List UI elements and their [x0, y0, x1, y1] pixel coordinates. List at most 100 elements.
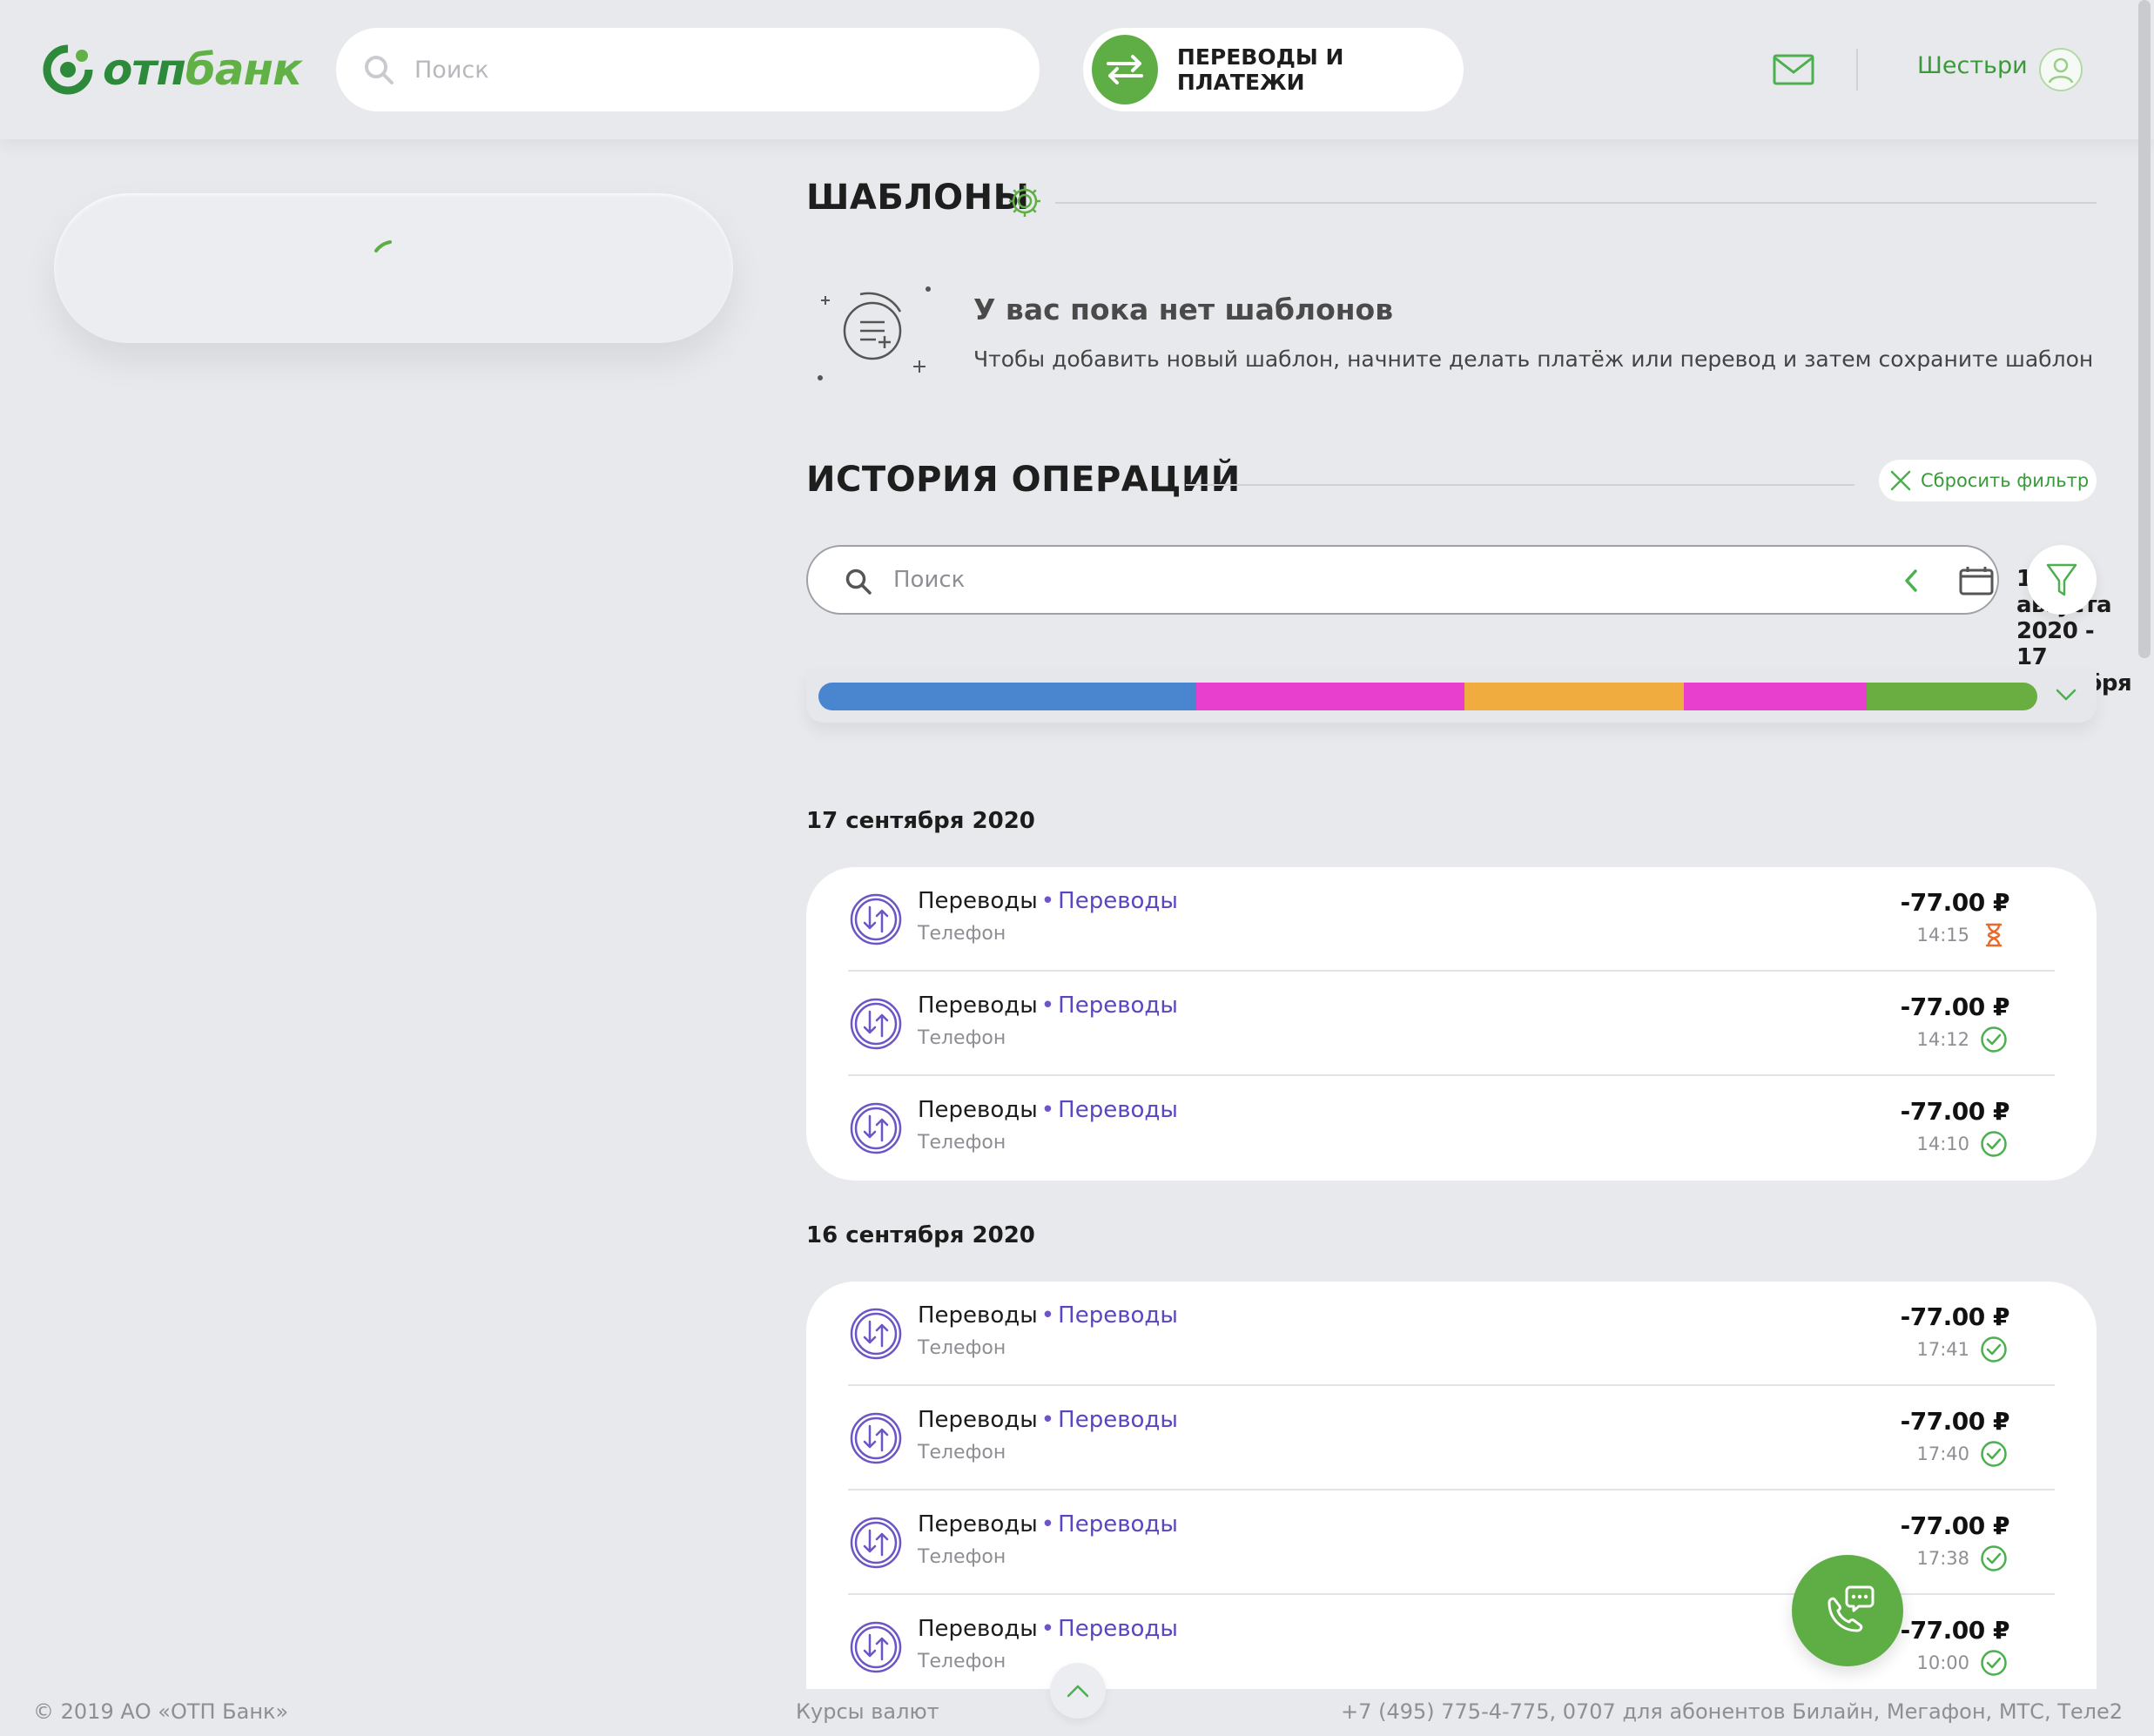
operation-category: Переводы	[1058, 1407, 1178, 1433]
transfers-payments-button[interactable]: ПЕРЕВОДЫ И ПЛАТЕЖИ	[1083, 28, 1464, 111]
operation-amount: -77.00 ₽	[1900, 1302, 2010, 1331]
templates-settings-gear-icon[interactable]	[1006, 183, 1043, 219]
operation-amount: -77.00 ₽	[1900, 1616, 2010, 1645]
header-divider	[1856, 49, 1858, 91]
search-icon	[845, 569, 872, 595]
logo-text-prefix: отп	[103, 44, 186, 95]
operation-time: 14:10	[1916, 1134, 1969, 1154]
transfer-arrows-icon	[850, 1308, 902, 1360]
page-scrollbar[interactable]	[2138, 0, 2151, 658]
operation-title-separator: •	[1040, 992, 1055, 1019]
footer-exchange-rates-link[interactable]: Курсы валют	[796, 1699, 939, 1724]
operation-title: Переводы • Переводы	[918, 1511, 1178, 1538]
operation-subtitle: Телефон	[918, 923, 1006, 945]
reset-filter-button[interactable]: Сбросить фильтр	[1879, 460, 2097, 501]
success-check-icon	[1981, 1131, 2007, 1157]
empty-templates-icon	[818, 286, 931, 380]
chevron-left-icon[interactable]	[1902, 568, 1921, 594]
empty-templates-title: У вас пока нет шаблонов	[973, 293, 1394, 326]
operation-title: Переводы • Переводы	[918, 1097, 1178, 1123]
operation-amount: -77.00 ₽	[1900, 1097, 2010, 1126]
transfer-arrows-icon	[850, 893, 902, 945]
user-avatar-icon	[2048, 57, 2074, 84]
operation-category: Переводы	[1058, 1097, 1178, 1123]
chevron-up-icon	[1067, 1685, 1089, 1698]
footer-copyright: © 2019 АО «ОТП Банк»	[33, 1699, 289, 1724]
search-icon	[365, 56, 394, 84]
chevron-down-icon[interactable]	[2055, 686, 2077, 703]
operation-amount: -77.00 ₽	[1900, 1511, 2010, 1540]
operation-subtitle: Телефон	[918, 1651, 1006, 1672]
operation-title-separator: •	[1040, 1407, 1055, 1433]
success-check-icon	[1981, 1026, 2007, 1053]
operation-name: Переводы	[918, 1302, 1038, 1329]
operation-time: 14:15	[1916, 925, 1969, 945]
reset-filter-label: Сбросить фильтр	[1921, 470, 2090, 491]
history-search-bar: 17 августа 2020 - 17 сентября 2020	[806, 545, 2132, 723]
scroll-to-top-button[interactable]	[1050, 1663, 1106, 1719]
history-search-input[interactable]	[893, 562, 1329, 597]
operation-amount: -77.00 ₽	[1900, 888, 2010, 917]
pending-hourglass-icon	[1985, 923, 2003, 947]
logo-text-suffix: банк	[185, 44, 302, 95]
operation-amount: -77.00 ₽	[1900, 992, 2010, 1021]
success-check-icon	[1981, 1545, 2007, 1571]
operation-category: Переводы	[1058, 888, 1178, 914]
swap-arrows-icon	[1106, 55, 1143, 84]
app-header: отпбанк ПЕРЕВОДЫ И ПЛАТЕЖИ Шестьри	[0, 0, 2154, 139]
category-bar-segment[interactable]	[1196, 683, 1464, 710]
filter-button[interactable]	[2027, 545, 2097, 615]
operation-name: Переводы	[918, 1407, 1038, 1433]
operation-time: 17:40	[1916, 1443, 1969, 1464]
category-breakdown-bar[interactable]	[818, 683, 2037, 710]
operation-name: Переводы	[918, 1511, 1038, 1538]
operation-row[interactable]: Переводы • Переводы Телефон -77.00 ₽ 14:12	[848, 972, 2055, 1076]
global-search[interactable]	[336, 28, 1040, 111]
operation-subtitle: Телефон	[918, 1442, 1006, 1463]
operation-row[interactable]: Переводы • Переводы Телефон -77.00 ₽ 17:41	[848, 1282, 2055, 1386]
transfer-arrows-icon	[850, 998, 902, 1050]
transfer-arrows-icon	[850, 1102, 902, 1154]
logo-wordmark: отпбанк	[103, 44, 302, 95]
operation-title-separator: •	[1040, 1616, 1055, 1642]
operation-name: Переводы	[918, 992, 1038, 1019]
support-call-button[interactable]	[1792, 1555, 1903, 1666]
category-bar-segment[interactable]	[1867, 683, 2037, 710]
operation-title: Переводы • Переводы	[918, 1407, 1178, 1433]
operations-group-card: Переводы • Переводы Телефон -77.00 ₽ 14:15…	[806, 867, 2097, 1181]
operation-time: 17:38	[1916, 1548, 1969, 1569]
operations-group-card: Переводы • Переводы Телефон -77.00 ₽ 17:41…	[806, 1282, 2097, 1689]
otp-bank-logo[interactable]: отпбанк	[42, 42, 302, 98]
category-bar-segment[interactable]	[1684, 683, 1867, 710]
operation-title-separator: •	[1040, 888, 1055, 914]
user-avatar[interactable]	[2039, 48, 2083, 91]
operation-name: Переводы	[918, 1097, 1038, 1123]
operation-category: Переводы	[1058, 992, 1178, 1019]
user-name[interactable]: Шестьри	[1917, 52, 2028, 79]
category-bar-segment[interactable]	[1464, 683, 1684, 710]
mail-icon[interactable]	[1773, 54, 1814, 85]
operation-category: Переводы	[1058, 1511, 1178, 1538]
operation-name: Переводы	[918, 888, 1038, 914]
operation-time: 17:41	[1916, 1339, 1969, 1360]
operation-subtitle: Телефон	[918, 1027, 1006, 1049]
category-bar-segment[interactable]	[818, 683, 1196, 710]
history-title-line	[1186, 484, 1854, 486]
global-search-input[interactable]	[414, 56, 1006, 84]
operation-row[interactable]: Переводы • Переводы Телефон -77.00 ₽ 17:40	[848, 1386, 2055, 1490]
transfers-icon-circle	[1092, 35, 1158, 104]
transfer-arrows-icon	[850, 1517, 902, 1569]
calendar-icon[interactable]	[1959, 566, 1994, 595]
operation-row[interactable]: Переводы • Переводы Телефон -77.00 ₽ 14:10	[848, 1076, 2055, 1181]
empty-templates-subtitle: Чтобы добавить новый шаблон, начните дел…	[973, 347, 2094, 372]
operation-title: Переводы • Переводы	[918, 1616, 1178, 1642]
close-icon	[1890, 470, 1911, 491]
operation-row[interactable]: Переводы • Переводы Телефон -77.00 ₽ 14:15	[848, 867, 2055, 972]
operation-title-separator: •	[1040, 1097, 1055, 1123]
operation-title-separator: •	[1040, 1302, 1055, 1329]
operations-date-header: 17 сентября 2020	[806, 808, 1035, 834]
transfer-arrows-icon	[850, 1621, 902, 1673]
operation-subtitle: Телефон	[918, 1132, 1006, 1154]
operation-title: Переводы • Переводы	[918, 992, 1178, 1019]
footer-phones: +7 (495) 775-4-775, 0707 для абонентов Б…	[1341, 1699, 2123, 1724]
